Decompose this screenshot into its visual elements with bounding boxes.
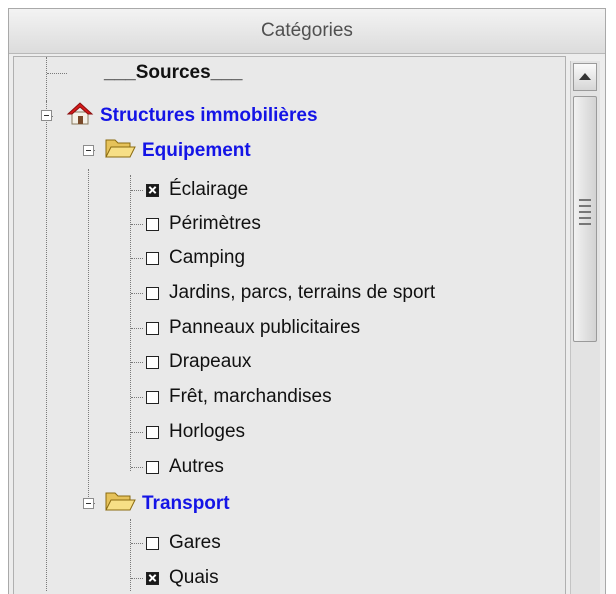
item-checkbox[interactable]	[146, 536, 159, 550]
tree-item[interactable]: Gares	[146, 527, 221, 559]
item-checkbox[interactable]	[146, 183, 159, 197]
sources-label: ___Sources___	[104, 62, 243, 83]
panel-header: Catégories	[9, 9, 605, 54]
tree-item[interactable]: Drapeaux	[146, 346, 251, 378]
group-label: Transport	[142, 493, 230, 514]
tree-item[interactable]: Quais	[146, 562, 219, 594]
tree-line	[131, 328, 143, 329]
root-collapse-toggle[interactable]	[41, 110, 52, 121]
panel-title: Catégories	[261, 20, 353, 41]
root-node[interactable]: Structures immobilières	[66, 100, 318, 132]
item-label: Panneaux publicitaires	[169, 317, 361, 338]
scroll-up-arrow-icon[interactable]	[573, 63, 597, 91]
item-checkbox[interactable]	[146, 286, 159, 300]
tree-line	[46, 57, 47, 101]
scroll-thumb[interactable]	[573, 96, 597, 342]
item-checkbox[interactable]	[146, 251, 159, 265]
tree-line	[131, 397, 143, 398]
tree-item[interactable]: Camping	[146, 242, 245, 274]
tree-item[interactable]: Éclairage	[146, 174, 248, 206]
item-label: Périmètres	[169, 213, 261, 234]
tree-line	[130, 175, 131, 471]
tree-item[interactable]: Jardins, parcs, terrains de sport	[146, 277, 435, 309]
item-label: Éclairage	[169, 179, 249, 200]
grip-icon	[579, 199, 591, 231]
item-label: Drapeaux	[169, 351, 252, 372]
item-label: Gares	[169, 532, 221, 553]
item-label: Quais	[169, 567, 219, 588]
item-label: Frêt, marchandises	[169, 386, 332, 407]
item-checkbox[interactable]	[146, 355, 159, 369]
item-checkbox[interactable]	[146, 217, 159, 231]
item-checkbox[interactable]	[146, 571, 159, 585]
open-folder-icon	[104, 136, 136, 166]
tree-line	[88, 169, 89, 509]
tree-item[interactable]: Horloges	[146, 416, 245, 448]
group-node-equipement[interactable]: Equipement	[104, 135, 251, 167]
item-checkbox[interactable]	[146, 321, 159, 335]
tree-line	[47, 73, 67, 74]
item-checkbox[interactable]	[146, 425, 159, 439]
tree-line	[131, 293, 143, 294]
tree-line	[131, 190, 143, 191]
category-tree: ___Sources___ Structures immobilières Eq…	[13, 56, 566, 594]
group-label: Equipement	[142, 140, 251, 161]
tree-line	[131, 467, 143, 468]
sources-row[interactable]: ___Sources___	[104, 57, 242, 89]
vertical-scrollbar[interactable]	[570, 61, 600, 594]
open-folder-icon	[104, 489, 136, 519]
equipement-collapse-toggle[interactable]	[83, 145, 94, 156]
tree-line	[131, 224, 143, 225]
item-label: Horloges	[169, 421, 246, 442]
tree-line	[46, 101, 47, 591]
tree-line	[130, 519, 131, 591]
tree-line	[131, 578, 143, 579]
tree-line	[131, 543, 143, 544]
categories-panel: Catégories ___Sources___ Structures immo…	[8, 8, 606, 594]
tree-line	[131, 362, 143, 363]
item-checkbox[interactable]	[146, 460, 159, 474]
tree-item[interactable]: Périmètres	[146, 208, 261, 240]
item-checkbox[interactable]	[146, 390, 159, 404]
tree-item[interactable]: Panneaux publicitaires	[146, 312, 360, 344]
item-label: Jardins, parcs, terrains de sport	[169, 282, 436, 303]
tree-line	[131, 258, 143, 259]
transport-collapse-toggle[interactable]	[83, 498, 94, 509]
group-node-transport[interactable]: Transport	[104, 488, 230, 520]
house-icon	[66, 100, 94, 132]
item-label: Autres	[169, 456, 224, 477]
root-label: Structures immobilières	[100, 105, 318, 126]
tree-item[interactable]: Frêt, marchandises	[146, 381, 332, 413]
item-label: Camping	[169, 247, 246, 268]
tree-item[interactable]: Autres	[146, 451, 224, 483]
tree-line	[131, 432, 143, 433]
